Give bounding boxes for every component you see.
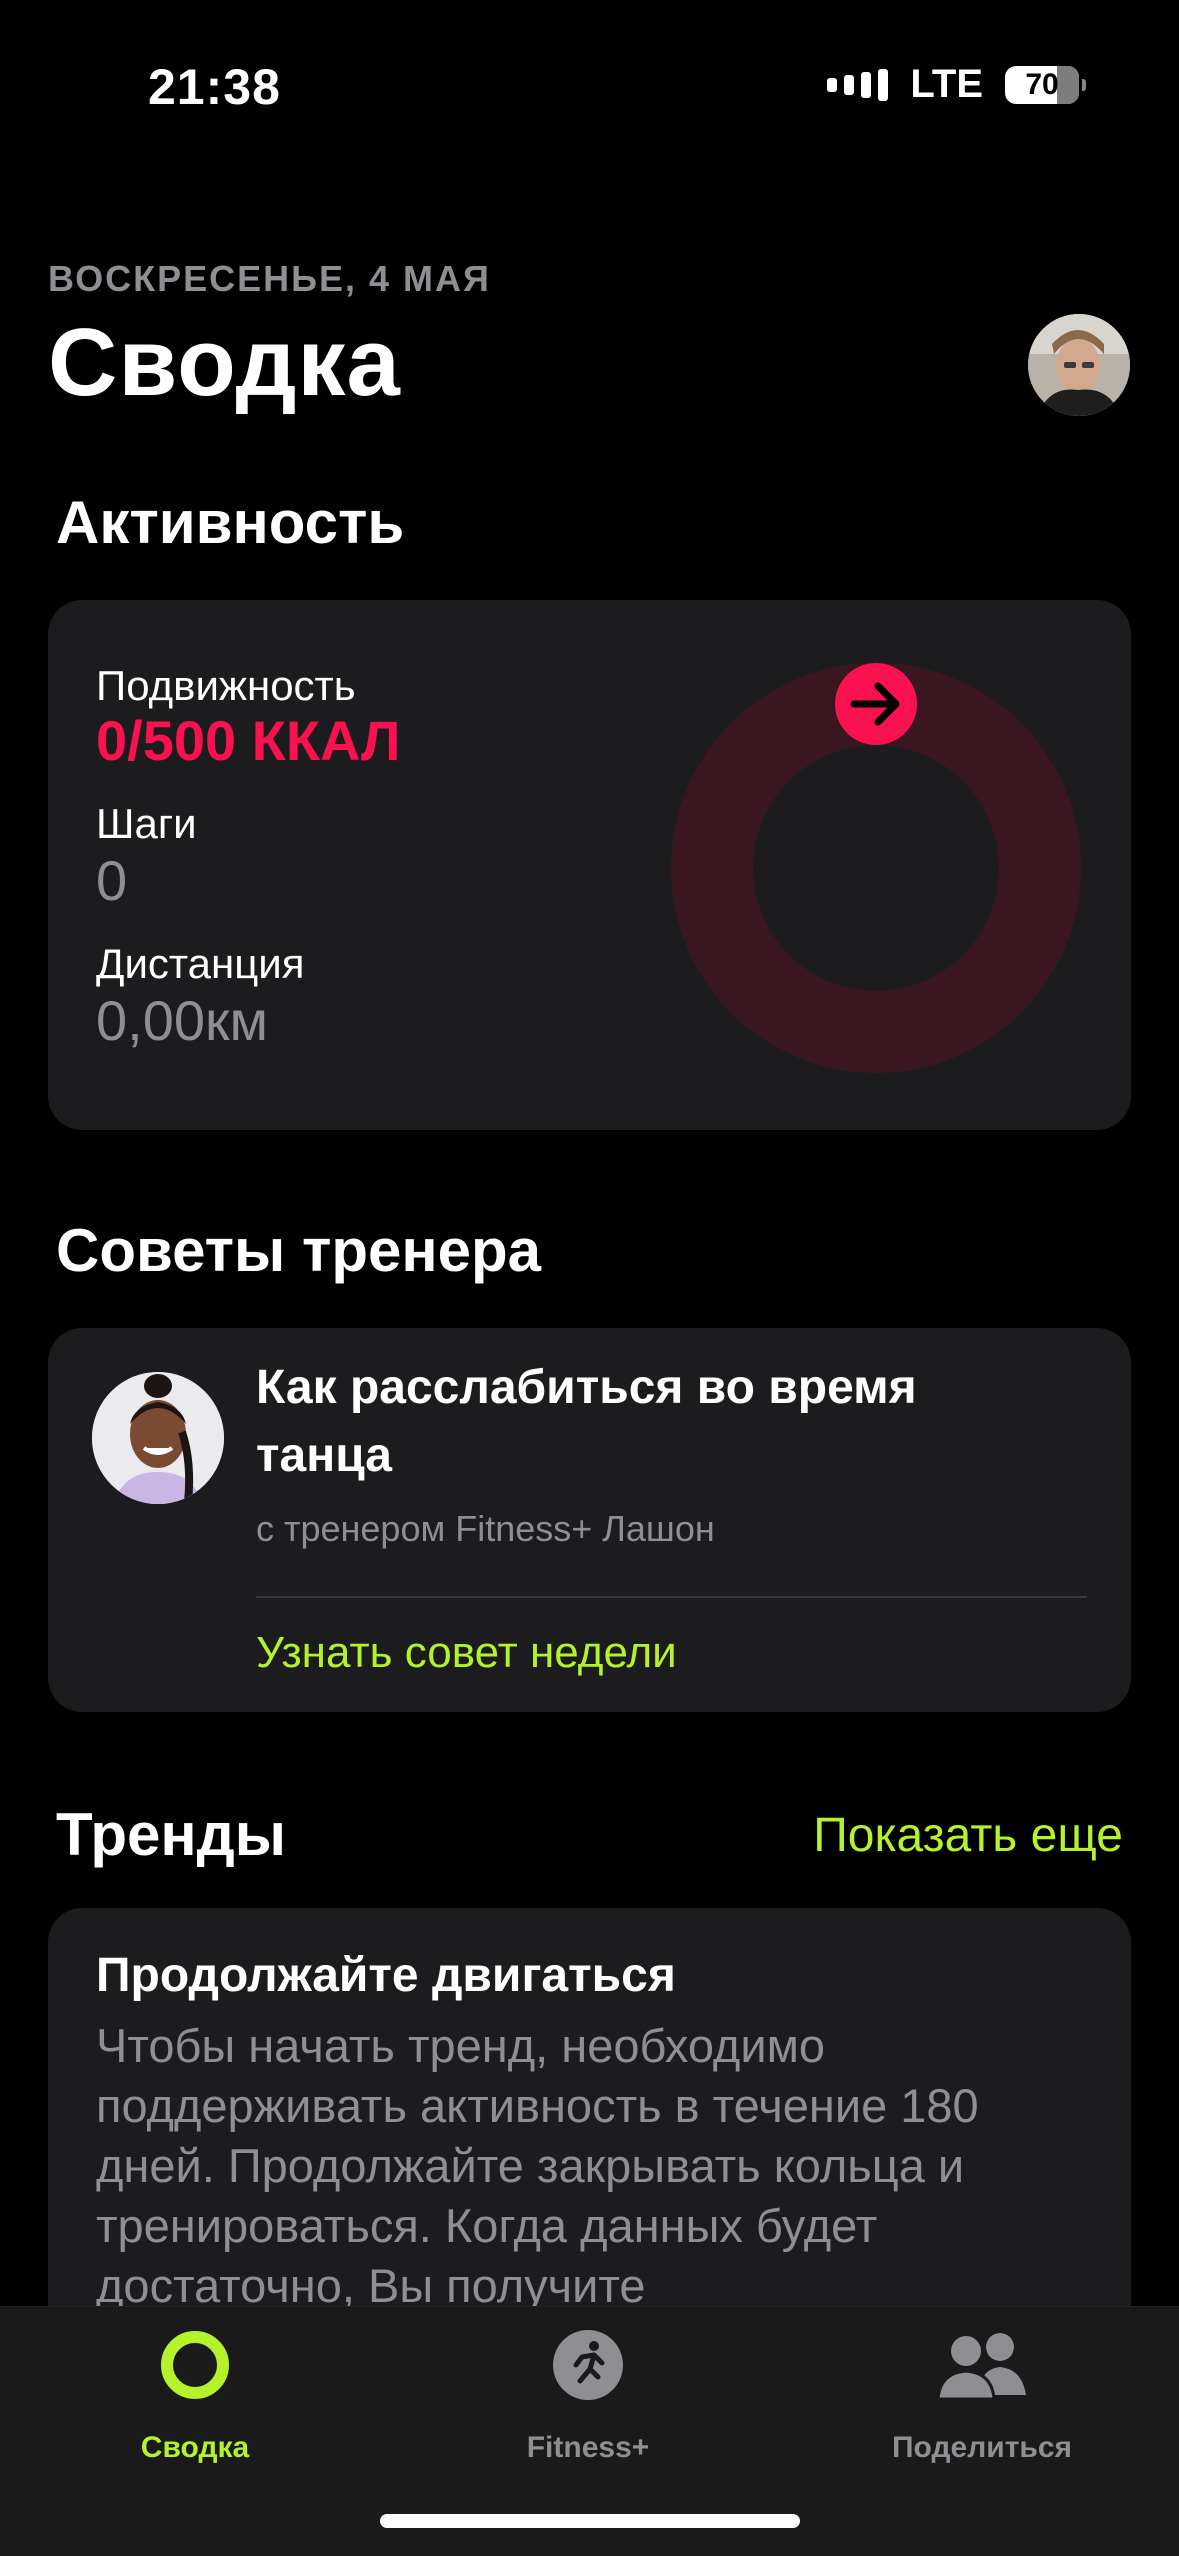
status-time: 21:38 bbox=[148, 59, 281, 115]
trend-card-title: Продолжайте двигаться bbox=[96, 1949, 676, 2002]
activity-section-title: Активность bbox=[56, 489, 405, 556]
network-type: LTE bbox=[910, 62, 983, 106]
running-figure-icon bbox=[552, 2329, 624, 2406]
battery-icon: 70 bbox=[1005, 65, 1086, 104]
move-ring bbox=[671, 663, 1081, 1073]
coach-section-title: Советы тренера bbox=[56, 1217, 541, 1284]
activity-ring-icon bbox=[159, 2329, 231, 2406]
trend-card-body: Чтобы начать тренд, необходимо поддержив… bbox=[96, 2019, 979, 2312]
move-label: Подвижность bbox=[96, 662, 356, 709]
header-date: ВОСКРЕСЕНЬЕ, 4 МАЯ bbox=[48, 258, 491, 299]
distance-label: Дистанция bbox=[96, 940, 305, 987]
tab-fitness-plus[interactable]: Fitness+ bbox=[438, 2307, 738, 2507]
distance-value: 0,00км bbox=[96, 989, 268, 1052]
tab-fitness-plus-label: Fitness+ bbox=[526, 2431, 650, 2464]
profile-avatar[interactable] bbox=[1028, 314, 1130, 416]
move-value: 0/500 ККАЛ bbox=[96, 709, 401, 772]
coach-photo bbox=[92, 1372, 224, 1504]
screen: 21:38 LTE 70 ВОСКРЕСЕНЬЕ, 4 МАЯ Сводка А… bbox=[0, 0, 1179, 2556]
people-icon bbox=[934, 2329, 1030, 2406]
weekly-tip-link[interactable]: Узнать совет недели bbox=[256, 1628, 677, 1678]
steps-value: 0 bbox=[96, 849, 128, 912]
status-indicators: LTE 70 bbox=[827, 62, 1086, 107]
battery-level: 70 bbox=[1025, 67, 1059, 101]
trends-section-title: Тренды bbox=[56, 1801, 286, 1868]
cellular-signal-icon bbox=[827, 68, 889, 101]
steps-label: Шаги bbox=[96, 800, 197, 847]
divider bbox=[256, 1596, 1087, 1598]
page-title: Сводка bbox=[48, 309, 401, 416]
move-arrow-icon bbox=[835, 663, 917, 745]
move-ring-track bbox=[671, 663, 1081, 1073]
tab-summary-label: Сводка bbox=[140, 2431, 250, 2464]
activity-card[interactable]: Подвижность 0/500 ККАЛ Шаги 0 Дистанция … bbox=[48, 600, 1131, 1130]
home-indicator[interactable] bbox=[380, 2514, 800, 2528]
show-more-link[interactable]: Показать еще bbox=[813, 1808, 1123, 1863]
tab-sharing-label: Поделиться bbox=[891, 2431, 1073, 2464]
coach-card[interactable]: Как расслабиться во время танца с тренер… bbox=[48, 1328, 1131, 1712]
tab-summary[interactable]: Сводка bbox=[45, 2307, 345, 2507]
coach-tip-subtitle: с тренером Fitness+ Лашон bbox=[256, 1508, 715, 1549]
coach-tip-title: Как расслабиться во время танца bbox=[256, 1361, 917, 1482]
tab-sharing[interactable]: Поделиться bbox=[832, 2307, 1132, 2507]
